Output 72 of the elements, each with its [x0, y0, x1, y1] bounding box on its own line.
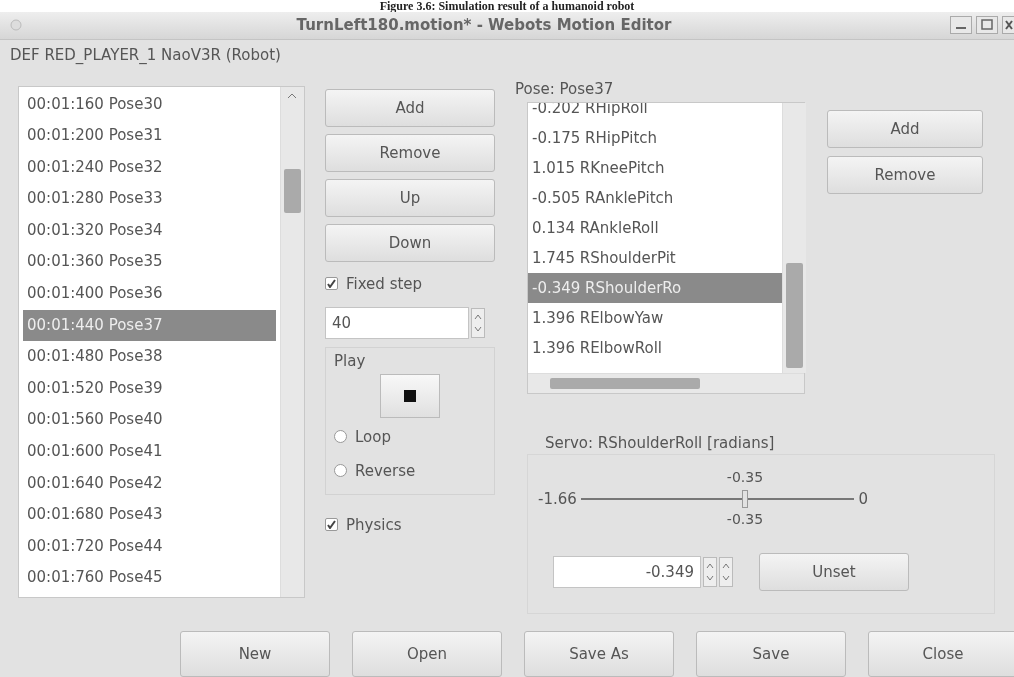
- servo-item[interactable]: -0.505 RAnklePitch: [528, 182, 782, 213]
- servo-item[interactable]: 1.745 RShoulderPit: [528, 242, 782, 273]
- servo-item[interactable]: 1.396 RElbowYaw: [528, 302, 782, 333]
- checkbox[interactable]: [325, 277, 338, 290]
- servo-item[interactable]: -0.175 RHipPitch: [528, 122, 782, 153]
- checkbox-label: Physics: [346, 515, 402, 534]
- pose-item[interactable]: 00:01:560 Pose40: [23, 404, 276, 437]
- footer-button[interactable]: Open: [352, 631, 502, 677]
- checkbox-label: Fixed step: [346, 274, 423, 293]
- pose-action-button[interactable]: Up: [325, 178, 495, 217]
- scrollbar[interactable]: [782, 102, 806, 373]
- spin-arrows-icon[interactable]: [703, 556, 717, 587]
- pose-item[interactable]: 00:01:600 Pose41: [23, 436, 276, 468]
- servo-item[interactable]: 1.015 RKneePitch: [528, 152, 782, 183]
- spin-arrows-icon[interactable]: [471, 307, 485, 338]
- robot-label: DEF RED_PLAYER_1 NaoV3R (Robot): [10, 45, 281, 64]
- group-title: Servo: RShoulderRoll [radians]: [545, 433, 775, 452]
- scrollbar-thumb[interactable]: [550, 377, 700, 389]
- servo-value-field[interactable]: -0.349: [553, 555, 701, 588]
- servo-item[interactable]: 0.134 RAnkleRoll: [528, 212, 782, 243]
- pose-item[interactable]: 00:01:360 Pose35: [23, 246, 276, 279]
- scrollbar[interactable]: [280, 86, 304, 597]
- pose-item[interactable]: 00:01:520 Pose39: [23, 372, 276, 405]
- group-title: Pose: Pose37: [515, 79, 615, 98]
- maximize-icon[interactable]: [976, 16, 998, 35]
- step-field[interactable]: 40: [325, 306, 469, 339]
- pose-item[interactable]: 00:01:400 Pose36: [23, 278, 276, 310]
- servo-action-button[interactable]: Remove: [827, 155, 983, 194]
- servo-item[interactable]: 1.396 RElbowRoll: [528, 332, 782, 363]
- pose-item[interactable]: 00:01:760 Pose45: [23, 562, 276, 594]
- minimize-icon[interactable]: [950, 16, 972, 35]
- pose-item[interactable]: 00:01:480 Pose38: [23, 341, 276, 373]
- pose-action-button[interactable]: Add: [325, 88, 495, 127]
- pose-item[interactable]: 00:01:240 Pose32: [23, 151, 276, 184]
- window-title: TurnLeft180.motion* - Webots Motion Editor: [295, 16, 673, 35]
- footer-button[interactable]: Save As: [524, 631, 674, 677]
- servo-action-button[interactable]: Add: [827, 109, 983, 148]
- pose-action-button[interactable]: Remove: [325, 133, 495, 172]
- slider-value: -0.35: [726, 510, 764, 527]
- radio-button[interactable]: [334, 464, 347, 477]
- stop-button[interactable]: [380, 373, 440, 418]
- checkbox[interactable]: [325, 518, 338, 531]
- figure-caption: Figure 3.6: Simulation result of a humanoid robot: [0, 0, 1014, 12]
- slider-min: -1.66: [538, 489, 577, 508]
- scrollbar-thumb[interactable]: [284, 168, 301, 213]
- pose-action-button[interactable]: Down: [325, 223, 495, 262]
- window-menu-icon[interactable]: [10, 19, 22, 32]
- pose-item[interactable]: 00:01:160 Pose30: [23, 88, 276, 121]
- close-icon[interactable]: [1002, 16, 1014, 35]
- pose-item[interactable]: 00:01:280 Pose33: [23, 183, 276, 215]
- pose-item[interactable]: 00:01:720 Pose44: [23, 530, 276, 563]
- scrollbar-thumb[interactable]: [786, 262, 803, 368]
- footer-button[interactable]: New: [180, 631, 330, 677]
- pose-item[interactable]: 00:01:640 Pose42: [23, 467, 276, 500]
- slider-thumb[interactable]: [742, 489, 748, 508]
- group-title: Play: [334, 351, 367, 370]
- spin-arrows-icon[interactable]: [719, 556, 733, 587]
- stop-icon: [404, 389, 416, 402]
- slider[interactable]: -0.35 -0.35: [580, 468, 855, 529]
- footer-button[interactable]: Close: [868, 631, 1014, 677]
- option-label: Reverse: [355, 461, 416, 480]
- slider-max: 0: [858, 489, 868, 508]
- pose-item[interactable]: 00:01:200 Pose31: [23, 120, 276, 152]
- radio-button[interactable]: [334, 430, 347, 443]
- slider-value: -0.35: [726, 468, 764, 485]
- unset-button[interactable]: Unset: [759, 552, 909, 591]
- footer-button[interactable]: Save: [696, 631, 846, 677]
- pose-item[interactable]: 00:01:320 Pose34: [23, 214, 276, 247]
- scroll-up-icon[interactable]: [287, 92, 297, 99]
- option-label: Loop: [355, 427, 391, 446]
- scrollbar[interactable]: [528, 372, 804, 393]
- pose-item[interactable]: 00:01:680 Pose43: [23, 499, 276, 531]
